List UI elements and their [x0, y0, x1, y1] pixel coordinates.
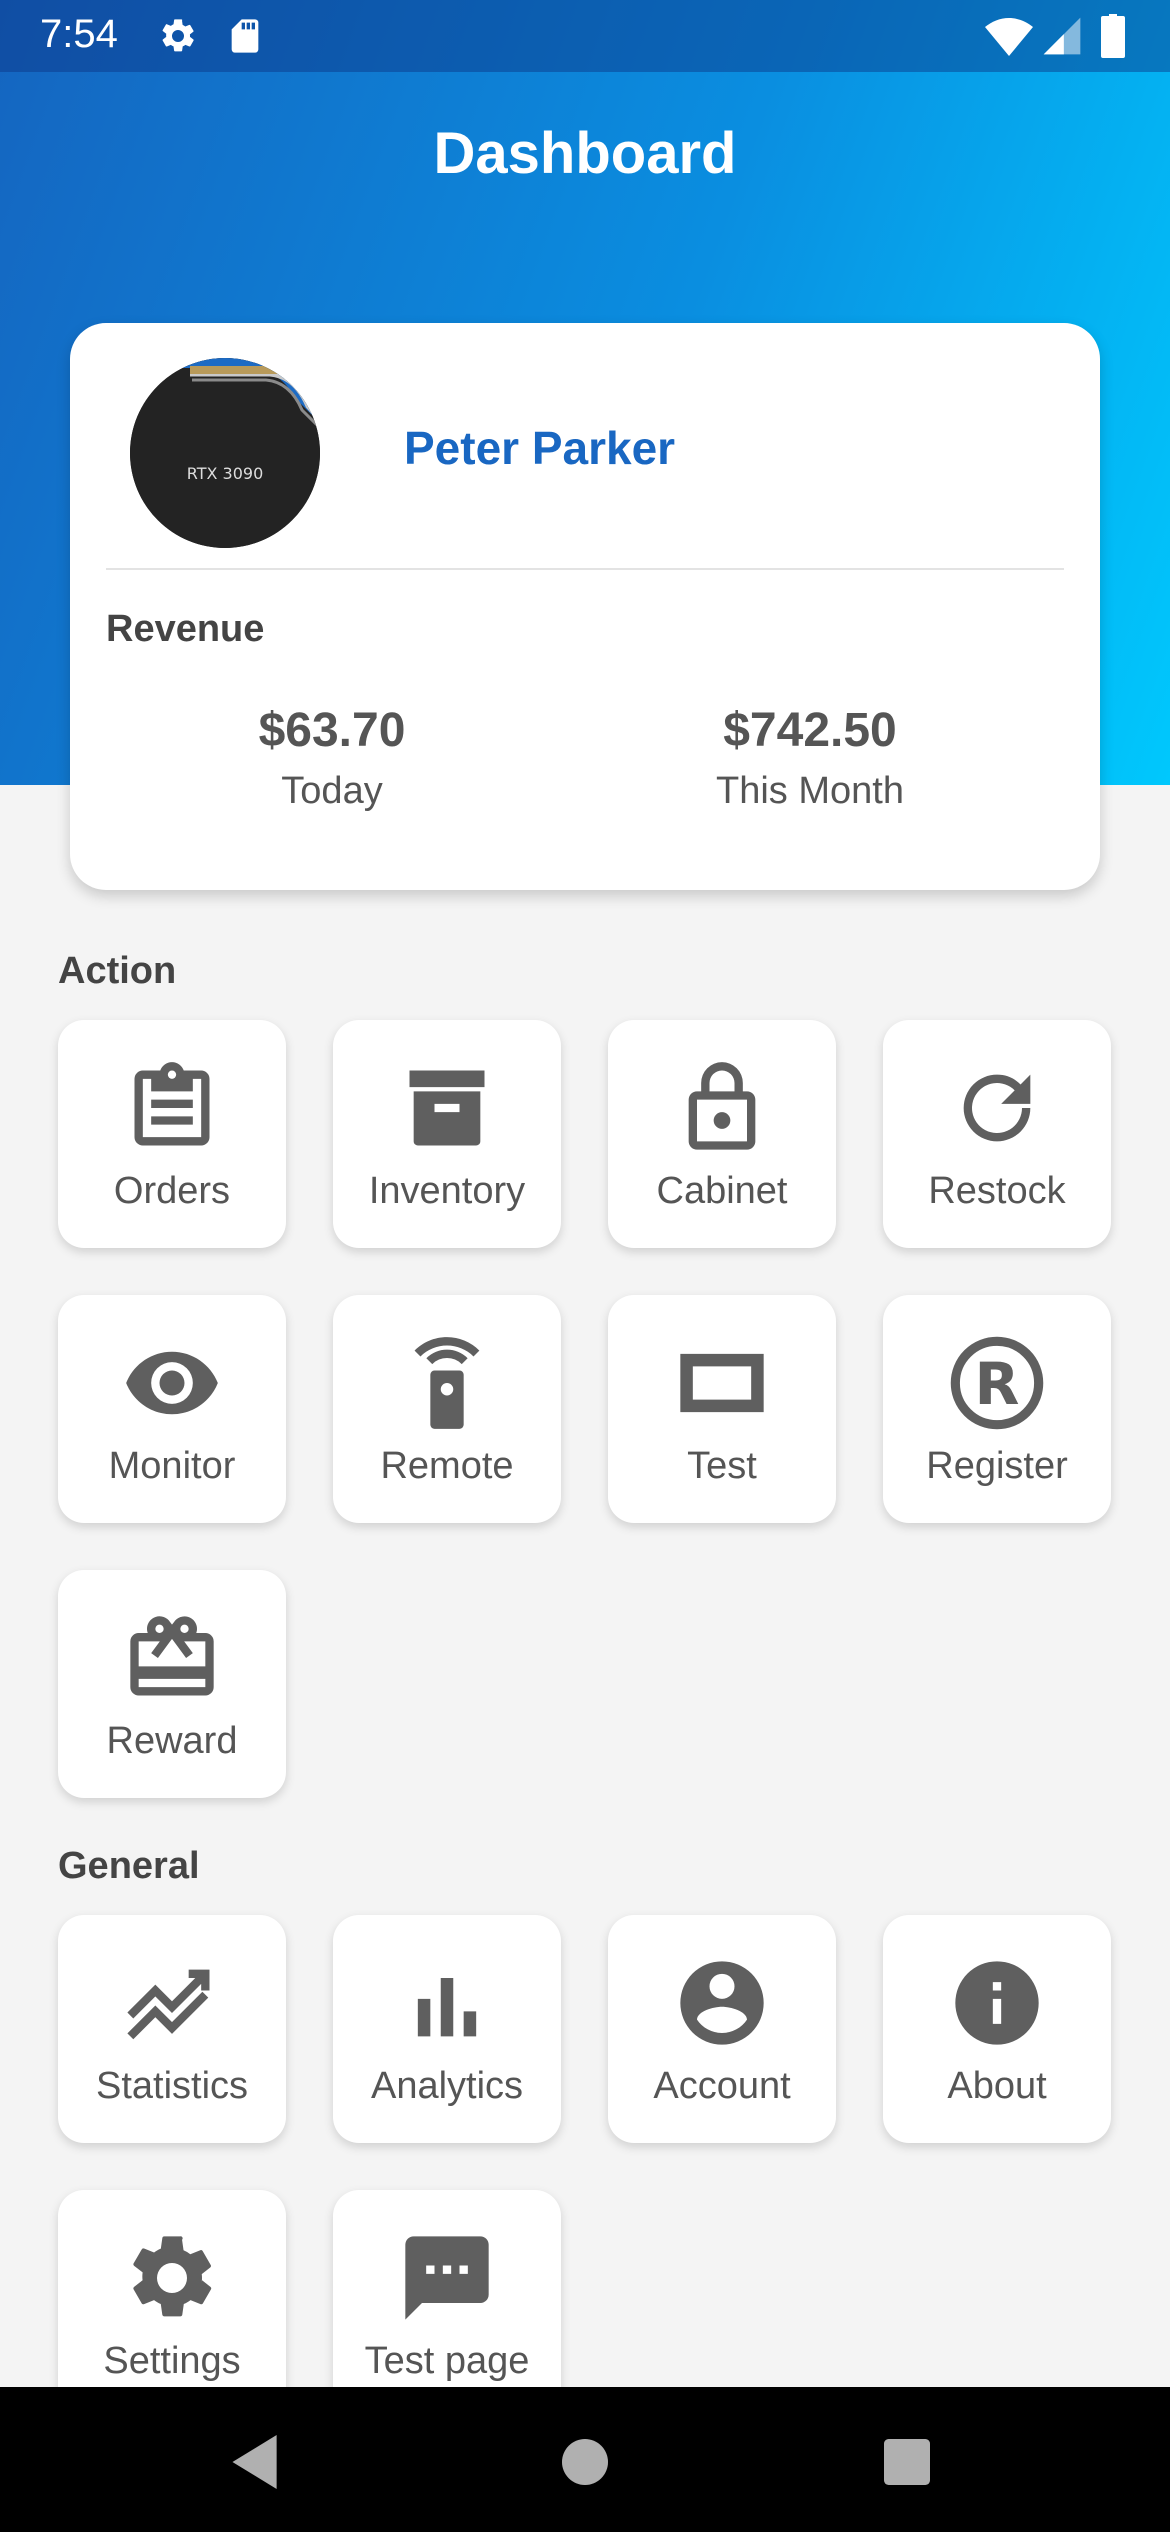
lock-open-icon	[688, 1062, 756, 1150]
recents-icon[interactable]	[884, 2439, 930, 2485]
general-analytics-button[interactable]: Analytics	[333, 1915, 561, 2143]
action-inventory-button[interactable]: Inventory	[333, 1020, 561, 1248]
status-time: 7:54	[40, 12, 118, 56]
tile-label: Cabinet	[656, 1170, 788, 1212]
tile-label: Analytics	[370, 2065, 524, 2107]
revenue-label: Revenue	[106, 608, 265, 650]
action-monitor-button[interactable]: Monitor	[58, 1295, 286, 1523]
crop-square-icon	[680, 1353, 764, 1413]
bar-chart-icon	[417, 1978, 477, 2037]
page-title: Dashboard	[433, 121, 737, 186]
avatar-label: RTX 3090	[187, 464, 264, 483]
action-orders-button[interactable]: Orders	[58, 1020, 286, 1248]
battery-icon	[1101, 14, 1125, 58]
wifi-icon	[985, 18, 1033, 56]
revenue-month-label: This Month	[716, 770, 904, 812]
general-statistics-button[interactable]: Statistics	[58, 1915, 286, 2143]
sd-card-icon	[231, 19, 259, 53]
section-title-action: Action	[58, 950, 177, 992]
trending-icon	[127, 1969, 210, 2040]
tile-label: Statistics	[95, 2065, 249, 2107]
info-icon	[955, 1961, 1039, 2045]
cell-signal-icon	[1043, 17, 1081, 55]
action-reward-button[interactable]: Reward	[58, 1570, 286, 1798]
revenue-today: $63.70 Today	[132, 703, 532, 813]
action-cabinet-button[interactable]: Cabinet	[608, 1020, 836, 1248]
eye-icon	[126, 1351, 218, 1415]
revenue-month: $742.50 This Month	[610, 703, 1010, 813]
section-title-general: General	[58, 1845, 200, 1887]
tile-label: Test page	[364, 2340, 530, 2382]
tile-label: Monitor	[108, 1445, 236, 1487]
tile-label: Orders	[113, 1170, 231, 1212]
back-icon[interactable]	[232, 2435, 282, 2489]
tile-label: Register	[926, 1445, 1068, 1487]
profile-name: Peter Parker	[404, 422, 676, 474]
action-test-button[interactable]: Test	[608, 1295, 836, 1523]
action-register-button[interactable]: R Register	[883, 1295, 1111, 1523]
tile-label: Inventory	[368, 1170, 526, 1212]
gift-card-icon	[130, 1616, 214, 1696]
profile-card: RTX 3090 Peter Parker Revenue $63.70 Tod…	[70, 323, 1100, 890]
avatar[interactable]: RTX 3090	[130, 358, 320, 548]
archive-icon	[409, 1070, 485, 1146]
gear-status-icon	[162, 19, 194, 52]
home-icon[interactable]	[562, 2439, 608, 2485]
tile-label: Remote	[380, 1445, 514, 1487]
svg-text:R: R	[975, 1350, 1020, 1418]
remote-icon	[414, 1337, 480, 1429]
general-test-page-button[interactable]: Test page	[333, 2190, 561, 2418]
general-about-button[interactable]: About	[883, 1915, 1111, 2143]
divider	[106, 568, 1064, 570]
tile-label: Settings	[103, 2340, 241, 2382]
message-icon	[405, 2236, 489, 2320]
status-bar: 7:54	[0, 0, 1170, 72]
tile-label: Account	[653, 2065, 791, 2107]
system-nav-bar	[0, 2387, 1170, 2532]
gear-icon	[133, 2236, 212, 2317]
action-restock-button[interactable]: Restock	[883, 1020, 1111, 1248]
refresh-icon	[963, 1074, 1031, 1142]
revenue-today-value: $63.70	[258, 704, 406, 757]
tile-label: Test	[687, 1445, 757, 1487]
tile-label: Reward	[106, 1720, 238, 1762]
action-remote-button[interactable]: Remote	[333, 1295, 561, 1523]
tile-label: Restock	[928, 1170, 1066, 1212]
general-account-button[interactable]: Account	[608, 1915, 836, 2143]
tile-label: About	[947, 2065, 1047, 2107]
revenue-month-value: $742.50	[723, 704, 897, 757]
account-circle-icon	[680, 1961, 764, 2045]
revenue-today-label: Today	[281, 770, 383, 812]
general-settings-button[interactable]: Settings	[58, 2190, 286, 2418]
clipboard-icon	[134, 1062, 210, 1146]
registered-icon: R	[950, 1336, 1044, 1430]
